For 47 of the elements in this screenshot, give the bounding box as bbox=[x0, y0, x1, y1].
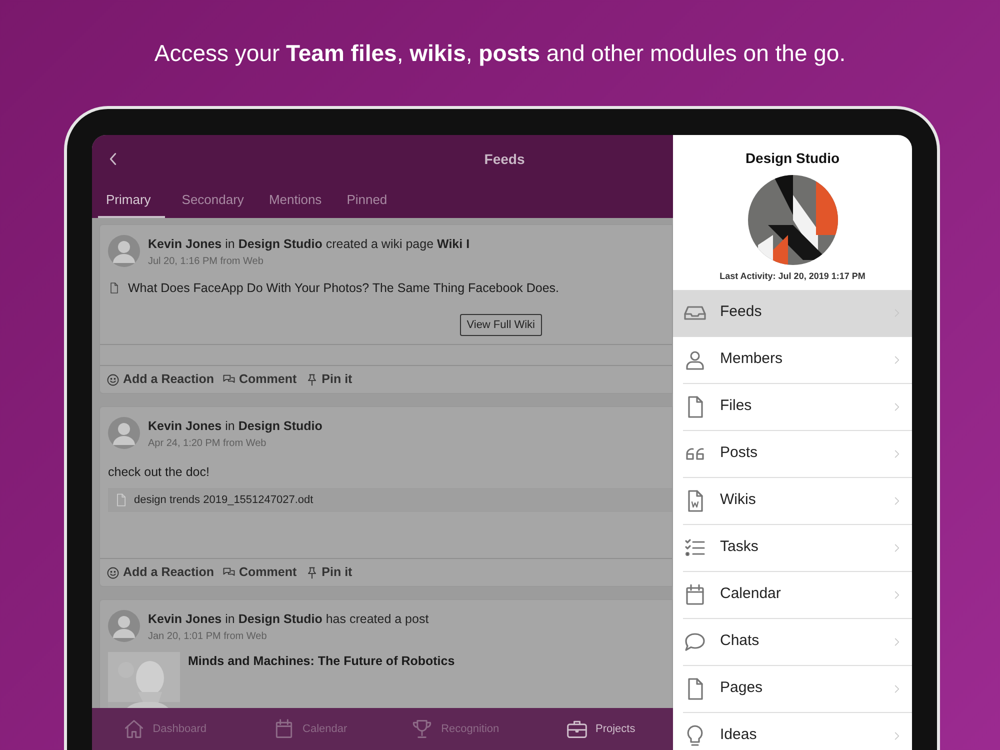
avatar bbox=[108, 235, 140, 267]
document-icon bbox=[108, 282, 120, 294]
tab[interactable]: Primary bbox=[98, 183, 165, 218]
avatar bbox=[108, 417, 140, 449]
last-activity: Last Activity: Jul 20, 2019 1:17 PM bbox=[718, 270, 866, 283]
file-icon bbox=[114, 492, 128, 508]
post-header: Kevin Jones in Design Studio has created a post bbox=[148, 611, 429, 628]
post-text: check out the doc! bbox=[107, 464, 210, 481]
trophy-icon bbox=[411, 718, 434, 740]
chevron-icon bbox=[892, 542, 902, 554]
post-time: Jul 20, 1:16 PM from Web bbox=[148, 254, 264, 269]
screen-title: Feeds bbox=[483, 150, 526, 168]
smiley-icon bbox=[106, 372, 120, 386]
smiley-icon bbox=[106, 566, 120, 580]
tab[interactable]: Pinned bbox=[338, 183, 396, 218]
file-attachment[interactable]: design trends 2019_1551247027.odt bbox=[108, 488, 672, 512]
calendar-icon bbox=[683, 582, 707, 606]
action-link[interactable]: Comment bbox=[222, 370, 297, 389]
home-icon bbox=[122, 718, 145, 740]
tab-bar-item[interactable]: Projects bbox=[528, 708, 673, 750]
chevron-icon bbox=[892, 448, 902, 460]
chevron-icon bbox=[892, 494, 902, 506]
post-time: Apr 24, 1:20 PM from Web bbox=[148, 436, 268, 451]
group-name: Design Studio bbox=[744, 149, 841, 168]
chevron-icon bbox=[892, 682, 902, 694]
avatar bbox=[108, 610, 140, 642]
view-wiki-button[interactable]: View Full Wiki bbox=[460, 314, 542, 336]
wiki-title: What Does FaceApp Do With Your Photos? The Same Thing Facebook Does. bbox=[128, 280, 560, 297]
article-title: Minds and Machines: The Future of Robotics bbox=[188, 652, 455, 670]
action-link[interactable]: Add a Reaction bbox=[106, 370, 214, 389]
action-link[interactable]: Comment bbox=[222, 563, 297, 582]
chevron-icon bbox=[892, 636, 902, 648]
headline: Access your Team files, wikis, posts and other modules on the go. bbox=[154, 39, 846, 68]
chevron-icon bbox=[892, 730, 902, 742]
tab[interactable]: Mentions bbox=[260, 183, 330, 218]
menu-item[interactable]: Feeds bbox=[673, 290, 912, 336]
post-time: Jan 20, 1:01 PM from Web bbox=[148, 630, 268, 644]
chevron-icon bbox=[892, 354, 902, 366]
tab[interactable]: Secondary bbox=[174, 183, 252, 218]
post-header: Kevin Jones in Design Studio created a wiki page Wiki I bbox=[148, 236, 470, 253]
action-link[interactable]: Add a Reaction bbox=[106, 563, 214, 582]
action-link[interactable]: Pin it bbox=[304, 370, 352, 389]
action-link[interactable]: Pin it bbox=[304, 563, 352, 582]
chevron-icon bbox=[892, 588, 902, 600]
post-header: Kevin Jones in Design Studio bbox=[148, 418, 322, 435]
briefcase-icon bbox=[566, 718, 588, 740]
chevron-icon bbox=[892, 400, 902, 412]
